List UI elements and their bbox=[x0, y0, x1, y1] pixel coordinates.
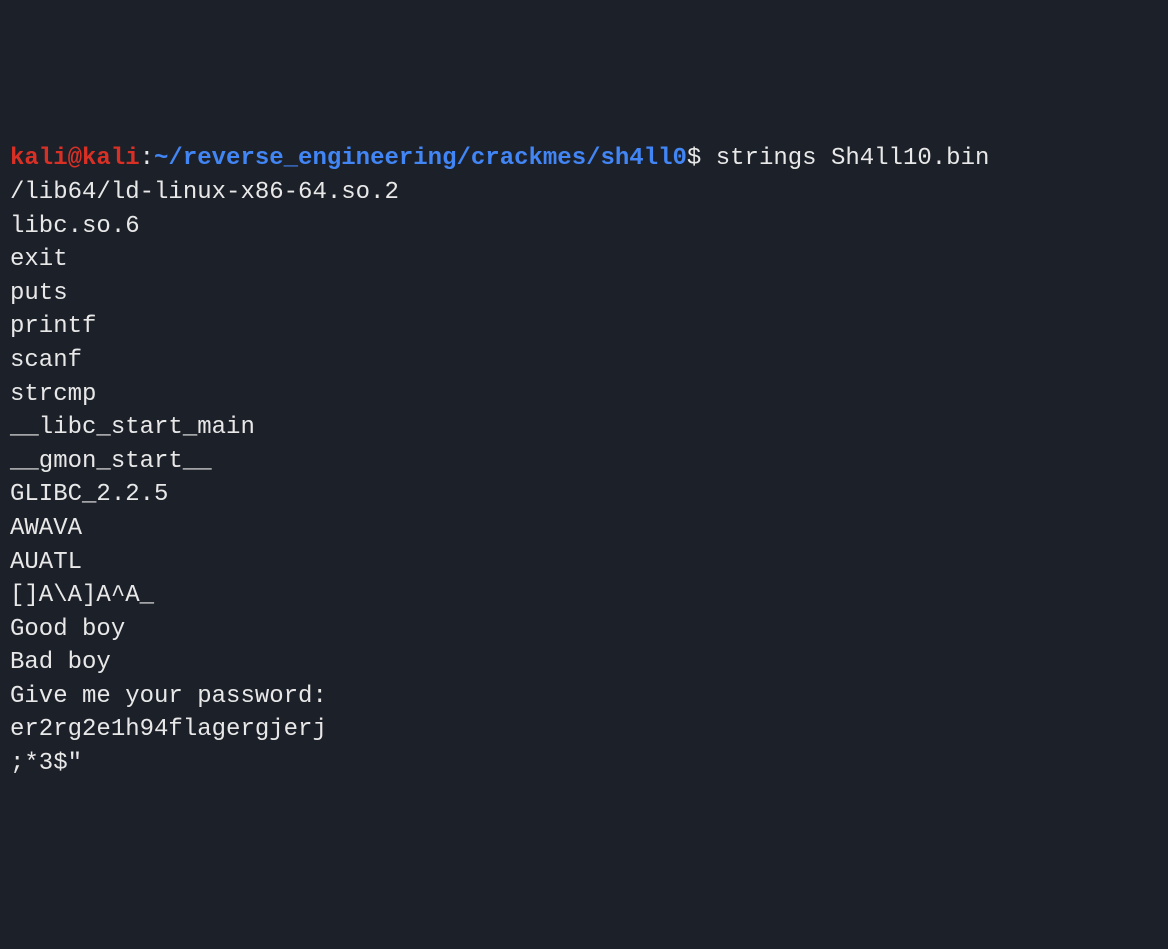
output-line: printf bbox=[10, 310, 1158, 344]
output-line: scanf bbox=[10, 344, 1158, 378]
output-line: GLIBC_2.2.5 bbox=[10, 478, 1158, 512]
output-line: AWAVA bbox=[10, 512, 1158, 546]
output-line: AUATL bbox=[10, 546, 1158, 580]
prompt-user-host: kali@kali bbox=[10, 145, 140, 172]
command-input: strings Sh4ll10.bin bbox=[701, 145, 989, 172]
prompt-colon: : bbox=[140, 145, 154, 172]
output-line: []A\A]A^A_ bbox=[10, 579, 1158, 613]
output-line: er2rg2e1h94flagergjerj bbox=[10, 713, 1158, 747]
output-line: ;*3$" bbox=[10, 747, 1158, 781]
output-line: Give me your password: bbox=[10, 680, 1158, 714]
output-line: strcmp bbox=[10, 378, 1158, 412]
output-line: exit bbox=[10, 243, 1158, 277]
output-line: puts bbox=[10, 277, 1158, 311]
output-line: __gmon_start__ bbox=[10, 445, 1158, 479]
output-line: Good boy bbox=[10, 613, 1158, 647]
output-line: __libc_start_main bbox=[10, 411, 1158, 445]
output-line: /lib64/ld-linux-x86-64.so.2 bbox=[10, 176, 1158, 210]
prompt-path: ~/reverse_engineering/crackmes/sh4ll0 bbox=[154, 145, 687, 172]
prompt-dollar: $ bbox=[687, 145, 701, 172]
output-line: libc.so.6 bbox=[10, 210, 1158, 244]
terminal-prompt-line[interactable]: kali@kali:~/reverse_engineering/crackmes… bbox=[10, 142, 1158, 176]
output-line: Bad boy bbox=[10, 646, 1158, 680]
